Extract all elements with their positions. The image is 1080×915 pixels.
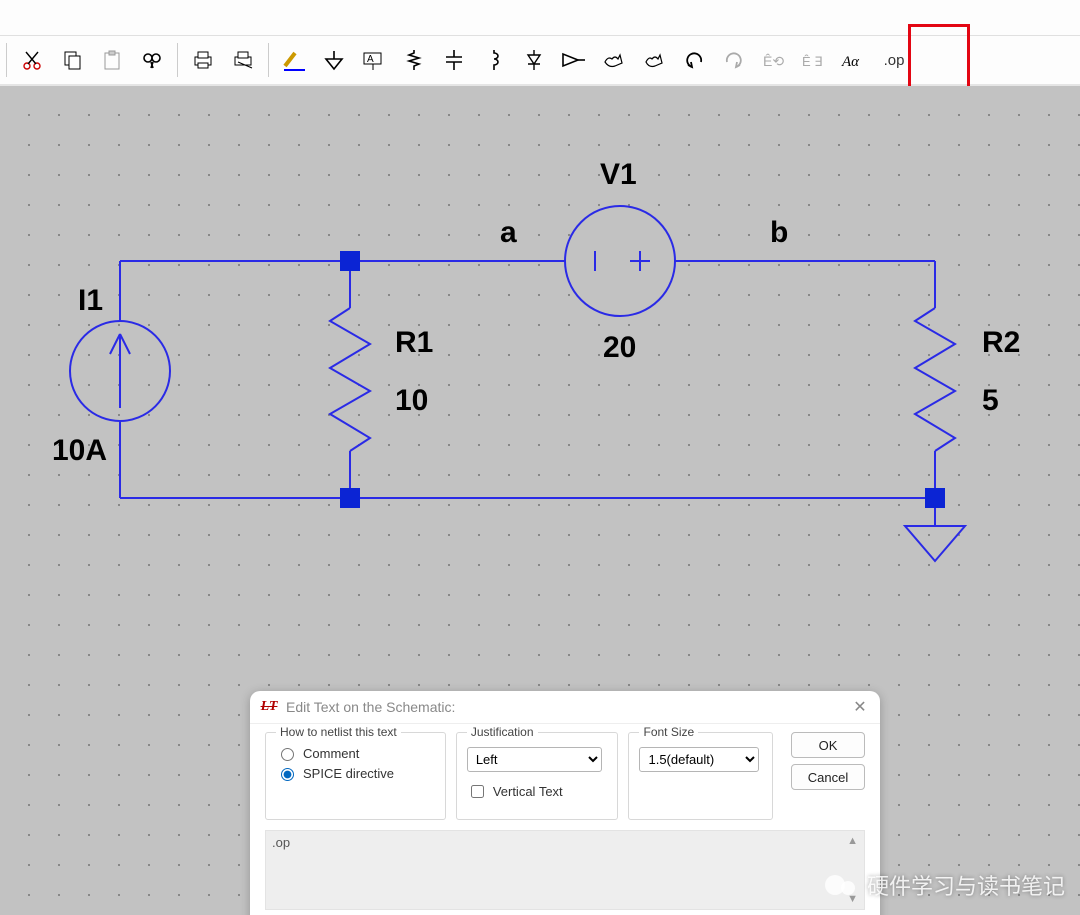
directive-text: .op [272, 835, 847, 850]
label-R1-value: 10 [395, 384, 428, 418]
mirror-icon[interactable]: Ê ∃ [797, 43, 831, 77]
move-icon[interactable] [597, 43, 631, 77]
cancel-button[interactable]: Cancel [791, 764, 865, 790]
edit-text-dialog: LT Edit Text on the Schematic: ✕ How to … [250, 691, 880, 915]
ok-button[interactable]: OK [791, 732, 865, 758]
dialog-close-button[interactable]: ✕ [850, 697, 870, 717]
cut-icon[interactable] [15, 43, 49, 77]
draw-wire-icon[interactable] [277, 43, 311, 77]
select-font-size[interactable]: 1.5(default) [639, 747, 759, 772]
print-icon[interactable] [186, 43, 220, 77]
group-netlist: How to netlist this text Comment SPICE d… [265, 732, 446, 820]
checkbox-vertical-label: Vertical Text [493, 784, 563, 799]
directive-textarea[interactable]: .op ▲▼ [265, 830, 865, 910]
label-R1-name: R1 [395, 326, 433, 360]
label-R2-name: R2 [982, 326, 1020, 360]
component-icon[interactable] [557, 43, 591, 77]
undo-icon[interactable] [677, 43, 711, 77]
op-icon[interactable]: .op [877, 43, 911, 77]
group-justification-title: Justification [467, 725, 538, 739]
label-V1-value: 20 [603, 331, 636, 365]
svg-text:Ê⟲: Ê⟲ [763, 53, 784, 69]
app-icon: LT [260, 698, 278, 716]
label-V1-name: V1 [600, 158, 637, 192]
group-justification: Justification Left Vertical Text [456, 732, 619, 820]
op-icon-label: .op [884, 52, 905, 69]
toolbar: A Ê⟲ Ê ∃ Aα .op [0, 36, 1080, 86]
schematic-canvas[interactable]: I1 10A R1 10 V1 20 R2 5 a b LT Edit Text… [0, 86, 1080, 915]
drag-icon[interactable] [637, 43, 671, 77]
select-justification[interactable]: Left [467, 747, 602, 772]
radio-spice[interactable]: SPICE directive [276, 765, 435, 781]
wechat-icon [825, 871, 859, 899]
label-node-a: a [500, 216, 517, 250]
radio-spice-label: SPICE directive [303, 766, 394, 781]
ground-icon[interactable] [317, 43, 351, 77]
radio-comment-label: Comment [303, 746, 359, 761]
rotate-icon[interactable]: Ê⟲ [757, 43, 791, 77]
group-netlist-title: How to netlist this text [276, 725, 401, 739]
diode-icon[interactable] [517, 43, 551, 77]
watermark: 硬件学习与读书笔记 [825, 869, 1065, 901]
redo-icon[interactable] [717, 43, 751, 77]
svg-text:Ê ∃: Ê ∃ [802, 54, 823, 69]
group-font-size: Font Size 1.5(default) [628, 732, 773, 820]
dialog-title: Edit Text on the Schematic: [286, 699, 842, 715]
svg-text:Aα: Aα [841, 54, 860, 70]
label-node-b: b [770, 216, 788, 250]
checkbox-vertical-text[interactable]: Vertical Text [467, 782, 608, 801]
inductor-icon[interactable] [477, 43, 511, 77]
label-R2-value: 5 [982, 384, 999, 418]
label-I1-name: I1 [78, 284, 103, 318]
paste-icon[interactable] [95, 43, 129, 77]
watermark-text: 硬件学习与读书笔记 [867, 869, 1065, 901]
svg-text:A: A [367, 54, 374, 65]
group-font-size-title: Font Size [639, 725, 698, 739]
resistor-icon[interactable] [397, 43, 431, 77]
radio-comment[interactable]: Comment [276, 745, 435, 761]
find-icon[interactable] [135, 43, 169, 77]
capacitor-icon[interactable] [437, 43, 471, 77]
label-icon[interactable]: A [357, 43, 391, 77]
text-icon[interactable]: Aα [837, 43, 871, 77]
label-I1-value: 10A [52, 434, 107, 468]
print-setup-icon[interactable] [226, 43, 260, 77]
copy-icon[interactable] [55, 43, 89, 77]
